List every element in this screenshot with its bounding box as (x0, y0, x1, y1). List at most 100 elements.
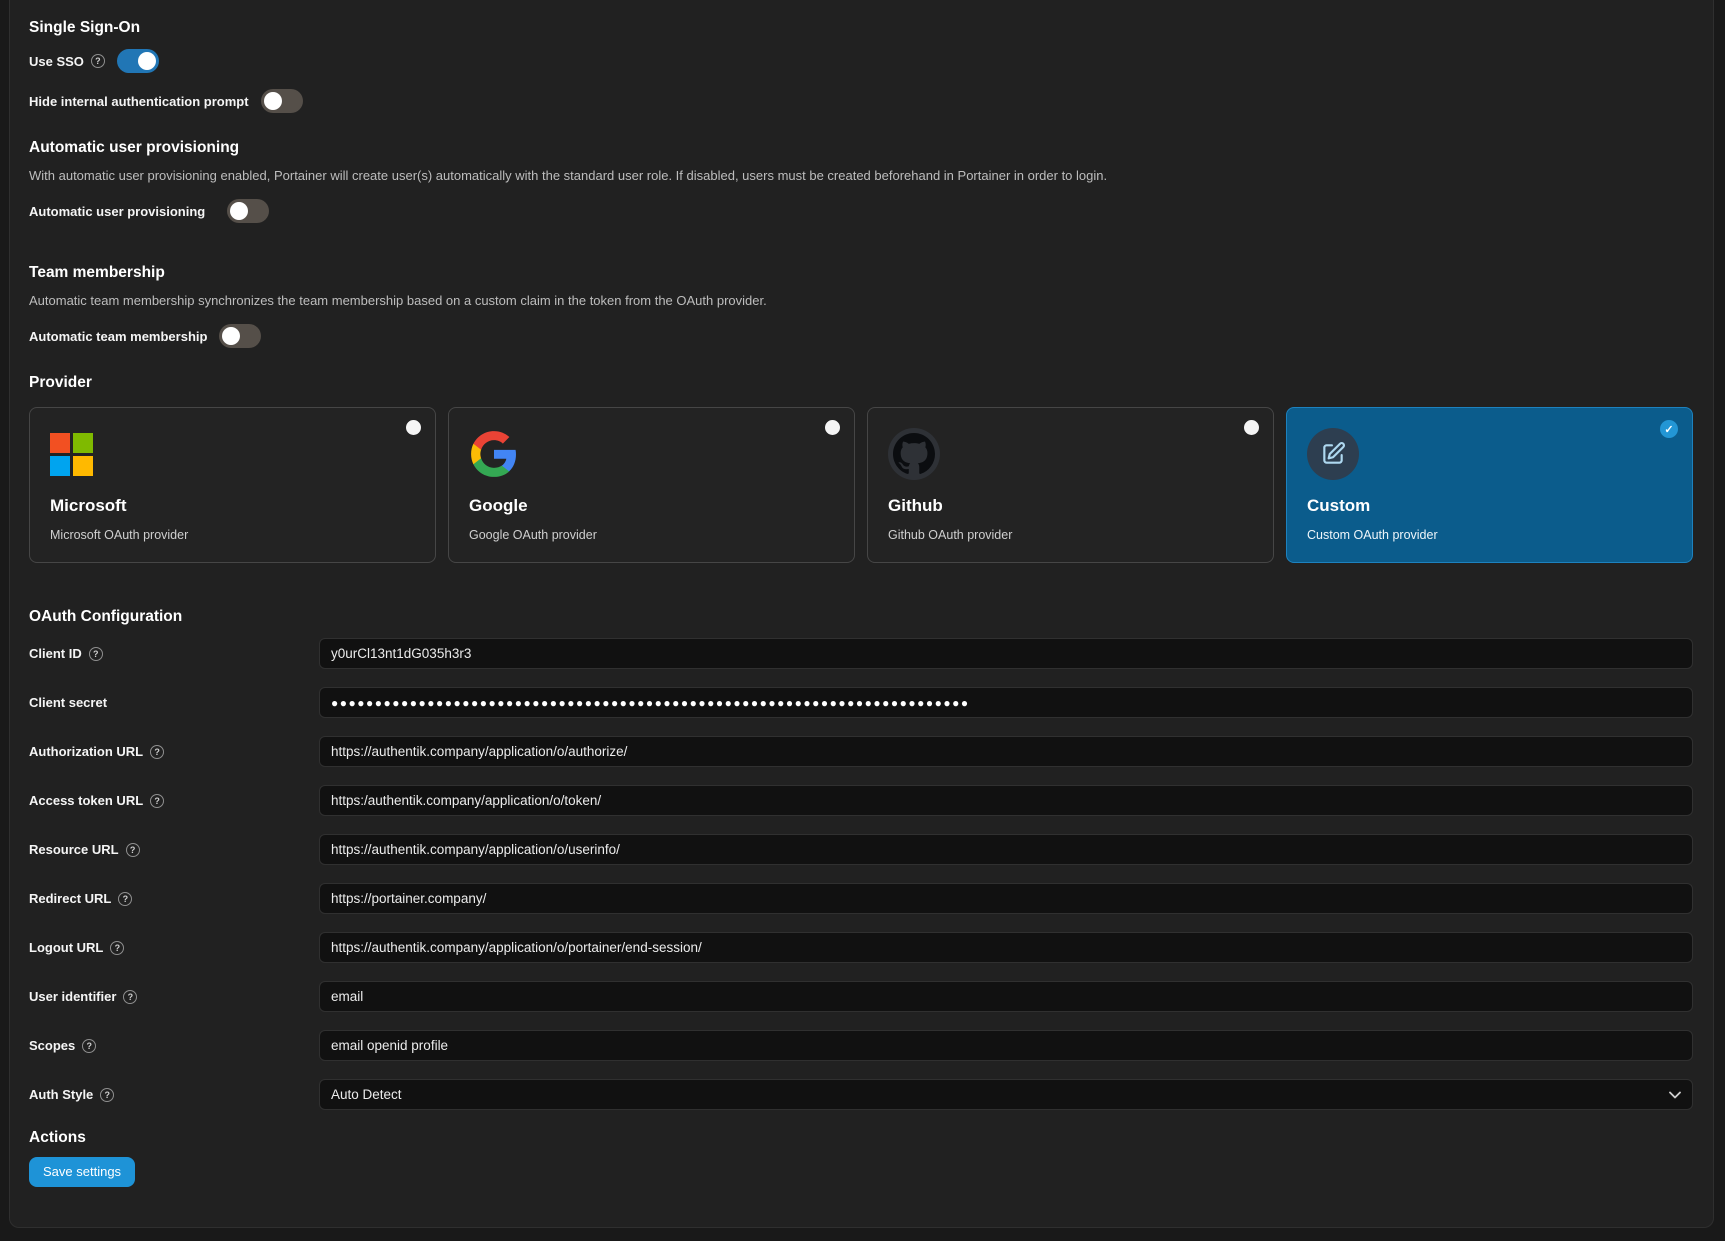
section-title-provider: Provider (29, 373, 1693, 392)
google-logo (469, 428, 834, 480)
auth-style-select[interactable]: Auto Detect (319, 1079, 1693, 1110)
field-label-text: Redirect URL (29, 891, 111, 906)
use-sso-row: Use SSO ? (29, 48, 1693, 74)
provider-card-google[interactable]: Google Google OAuth provider (448, 407, 855, 563)
provider-card-title: Custom (1307, 496, 1672, 516)
help-icon[interactable]: ? (118, 892, 132, 906)
form-row-access-token-url: Access token URL ? (29, 785, 1693, 816)
provider-card-description: Google OAuth provider (469, 528, 834, 542)
field-label: User identifier ? (29, 989, 319, 1004)
authorization-url-input[interactable] (319, 736, 1693, 767)
toggle-knob (264, 92, 282, 110)
field-label-text: Resource URL (29, 842, 119, 857)
radio-unchecked-icon[interactable] (1244, 420, 1259, 435)
provider-card-title: Github (888, 496, 1253, 516)
help-icon[interactable]: ? (91, 54, 105, 68)
check-icon: ✓ (1660, 420, 1678, 438)
help-icon[interactable]: ? (150, 794, 164, 808)
toggle-knob (230, 202, 248, 220)
toggle-knob (138, 52, 156, 70)
help-icon[interactable]: ? (89, 647, 103, 661)
auto-provisioning-label: Automatic user provisioning (29, 204, 205, 219)
chevron-down-icon (1669, 1091, 1681, 1099)
provider-card-microsoft[interactable]: Microsoft Microsoft OAuth provider (29, 407, 436, 563)
section-title-team-membership: Team membership (29, 263, 1693, 282)
section-title-sso: Single Sign-On (29, 18, 1693, 37)
form-row-client-id: Client ID ? (29, 638, 1693, 669)
field-label-text: Authorization URL (29, 744, 143, 759)
team-membership-row: Automatic team membership (29, 323, 1693, 349)
provider-card-description: Custom OAuth provider (1307, 528, 1672, 542)
toggle-knob (222, 327, 240, 345)
field-label: Authorization URL ? (29, 744, 319, 759)
team-membership-label: Automatic team membership (29, 329, 207, 344)
provider-card-github[interactable]: Github Github OAuth provider (867, 407, 1274, 563)
field-label-text: Scopes (29, 1038, 75, 1053)
form-row-auth-style: Auth Style ? Auto Detect (29, 1079, 1693, 1110)
oauth-config-form: Client ID ? Client secret ? Authorizatio… (29, 638, 1693, 1110)
help-icon[interactable]: ? (126, 843, 140, 857)
help-icon[interactable]: ? (82, 1039, 96, 1053)
field-label-text: Auth Style (29, 1087, 93, 1102)
field-label: Auth Style ? (29, 1087, 319, 1102)
client-secret-input[interactable] (319, 687, 1693, 718)
save-settings-button[interactable]: Save settings (29, 1157, 135, 1187)
auto-provisioning-toggle[interactable] (227, 199, 269, 223)
section-title-auto-provisioning: Automatic user provisioning (29, 138, 1693, 157)
field-label-text: User identifier (29, 989, 116, 1004)
radio-unchecked-icon[interactable] (406, 420, 421, 435)
redirect-url-input[interactable] (319, 883, 1693, 914)
field-label-text: Access token URL (29, 793, 143, 808)
form-row-client-secret: Client secret ? (29, 687, 1693, 718)
client-id-input[interactable] (319, 638, 1693, 669)
form-row-scopes: Scopes ? (29, 1030, 1693, 1061)
field-label: Client secret ? (29, 695, 319, 710)
provider-card-title: Google (469, 496, 834, 516)
team-membership-description: Automatic team membership synchronizes t… (29, 293, 1693, 309)
field-label: Access token URL ? (29, 793, 319, 808)
microsoft-logo (50, 428, 415, 480)
radio-unchecked-icon[interactable] (825, 420, 840, 435)
field-label-text: Logout URL (29, 940, 103, 955)
scopes-input[interactable] (319, 1030, 1693, 1061)
provider-card-description: Github OAuth provider (888, 528, 1253, 542)
section-title-oauth-config: OAuth Configuration (29, 607, 1693, 626)
form-row-resource-url: Resource URL ? (29, 834, 1693, 865)
hide-internal-auth-toggle[interactable] (261, 89, 303, 113)
field-label: Client ID ? (29, 646, 319, 661)
section-title-actions: Actions (29, 1128, 1693, 1147)
help-icon[interactable]: ? (123, 990, 137, 1004)
form-row-logout-url: Logout URL ? (29, 932, 1693, 963)
access-token-url-input[interactable] (319, 785, 1693, 816)
hide-prompt-label: Hide internal authentication prompt (29, 94, 249, 109)
field-label: Scopes ? (29, 1038, 319, 1053)
resource-url-input[interactable] (319, 834, 1693, 865)
github-logo (888, 428, 940, 480)
use-sso-toggle[interactable] (117, 49, 159, 73)
hide-prompt-row: Hide internal authentication prompt (29, 88, 1693, 114)
help-icon[interactable]: ? (110, 941, 124, 955)
edit-icon (1307, 428, 1359, 480)
field-label: Logout URL ? (29, 940, 319, 955)
provider-cards: Microsoft Microsoft OAuth provider Googl… (29, 407, 1693, 563)
use-sso-label: Use SSO (29, 54, 84, 69)
provider-card-title: Microsoft (50, 496, 415, 516)
logout-url-input[interactable] (319, 932, 1693, 963)
field-label: Resource URL ? (29, 842, 319, 857)
form-row-user-identifier: User identifier ? (29, 981, 1693, 1012)
form-row-authorization-url: Authorization URL ? (29, 736, 1693, 767)
auto-provisioning-description: With automatic user provisioning enabled… (29, 168, 1693, 184)
provider-card-description: Microsoft OAuth provider (50, 528, 415, 542)
team-membership-toggle[interactable] (219, 324, 261, 348)
auto-provisioning-row: Automatic user provisioning (29, 198, 1693, 224)
selected-option-label: Auto Detect (331, 1087, 402, 1102)
provider-card-custom[interactable]: ✓ Custom Custom OAuth provider (1286, 407, 1693, 563)
help-icon[interactable]: ? (150, 745, 164, 759)
settings-panel: Single Sign-On Use SSO ? Hide internal a… (9, 0, 1714, 1228)
field-label-text: Client secret (29, 695, 107, 710)
user-identifier-input[interactable] (319, 981, 1693, 1012)
help-icon[interactable]: ? (100, 1088, 114, 1102)
form-row-redirect-url: Redirect URL ? (29, 883, 1693, 914)
field-label-text: Client ID (29, 646, 82, 661)
field-label: Redirect URL ? (29, 891, 319, 906)
